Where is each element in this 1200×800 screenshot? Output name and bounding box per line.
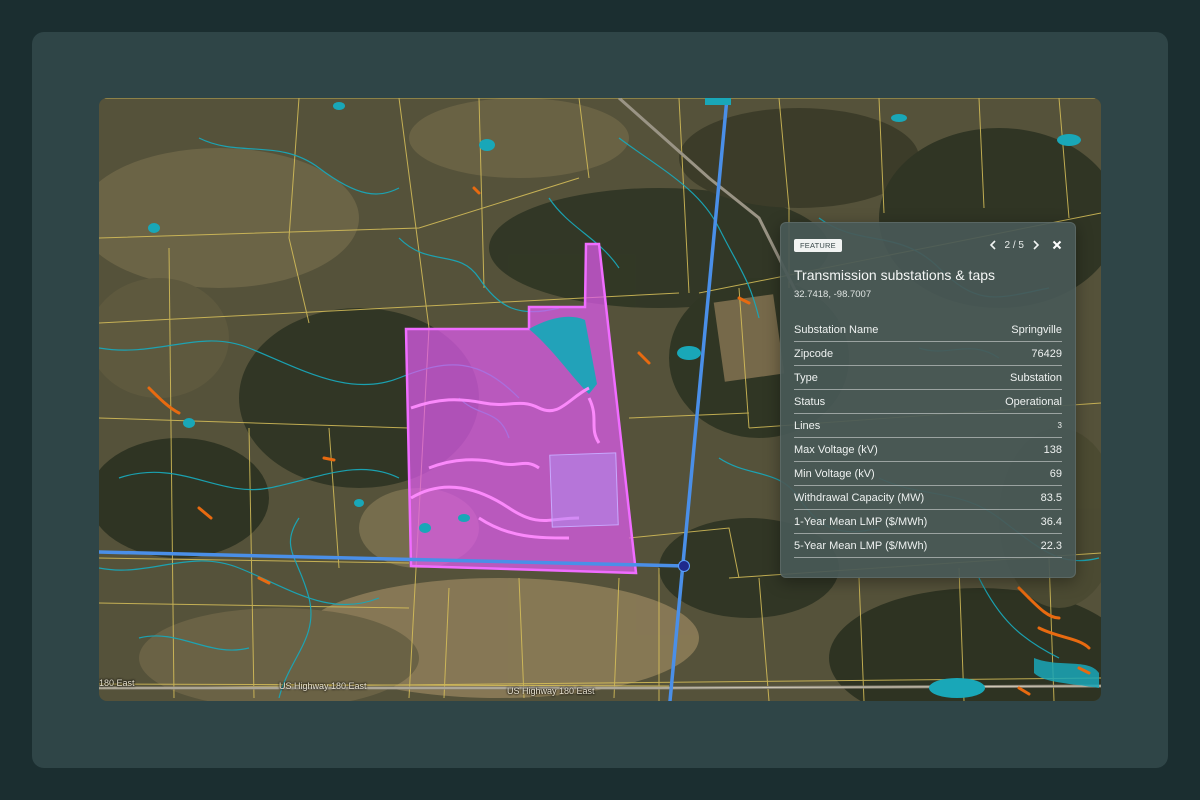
attribute-row: 5-Year Mean LMP ($/MWh) 22.3 xyxy=(794,534,1062,558)
close-icon xyxy=(1052,240,1062,250)
attribute-row: 1-Year Mean LMP ($/MWh) 36.4 xyxy=(794,510,1062,534)
attribute-label: Zipcode xyxy=(794,347,834,360)
road-label: US Highway 180 East xyxy=(507,686,595,696)
feature-title: Transmission substations & taps xyxy=(794,267,996,283)
attribute-label: 1-Year Mean LMP ($/MWh) xyxy=(794,515,928,528)
attribute-row: Lines 3 xyxy=(794,414,1062,438)
attribute-value: 69 xyxy=(1049,467,1062,480)
feature-panel: FEATURE 2 / 5 Transmission substations &… xyxy=(780,222,1076,578)
attribute-row: Withdrawal Capacity (MW) 83.5 xyxy=(794,486,1062,510)
attribute-label: Lines xyxy=(794,419,821,432)
attribute-label: Max Voltage (kV) xyxy=(794,443,878,456)
attribute-label: Min Voltage (kV) xyxy=(794,467,875,480)
attribute-label: Status xyxy=(794,395,826,408)
road-label: 180 East xyxy=(99,678,135,688)
attribute-row: Min Voltage (kV) 69 xyxy=(794,462,1062,486)
attribute-label: Type xyxy=(794,371,818,384)
attribute-value: 138 xyxy=(1043,443,1062,456)
feature-pager: 2 / 5 xyxy=(989,240,1062,251)
attribute-row: Substation Name Springville xyxy=(794,318,1062,342)
attribute-value: 83.5 xyxy=(1040,491,1062,504)
feature-coordinates: 32.7418, -98.7007 xyxy=(794,289,872,300)
feature-badge: FEATURE xyxy=(794,238,842,252)
attribute-row: Zipcode 76429 xyxy=(794,342,1062,366)
attribute-value: 22.3 xyxy=(1040,539,1062,552)
next-feature-button[interactable] xyxy=(1032,240,1040,250)
attribute-value: 76429 xyxy=(1031,347,1062,360)
substation-marker[interactable] xyxy=(678,560,690,572)
panel-header: FEATURE 2 / 5 xyxy=(794,238,1062,252)
attribute-row: Status Operational xyxy=(794,390,1062,414)
pager-count: 2 / 5 xyxy=(1004,239,1024,251)
chevron-left-icon xyxy=(989,240,996,250)
attribute-value: Substation xyxy=(1010,371,1062,384)
attribute-table: Substation Name Springville Zipcode 76429 … xyxy=(794,318,1062,558)
attribute-row: Type Substation xyxy=(794,366,1062,390)
attribute-value: Springville xyxy=(1011,323,1062,336)
attribute-value: 3 xyxy=(1057,421,1062,430)
attribute-label: 5-Year Mean LMP ($/MWh) xyxy=(794,539,928,552)
close-button[interactable] xyxy=(1052,240,1062,250)
prev-feature-button[interactable] xyxy=(989,240,997,250)
attribute-value: Operational xyxy=(1005,395,1062,408)
attribute-label: Substation Name xyxy=(794,323,879,336)
water-tank xyxy=(705,98,731,105)
attribute-value: 36.4 xyxy=(1040,515,1062,528)
road-label: US Highway 180 East xyxy=(279,681,367,691)
chevron-right-icon xyxy=(1033,240,1040,250)
attribute-row: Max Voltage (kV) 138 xyxy=(794,438,1062,462)
attribute-label: Withdrawal Capacity (MW) xyxy=(794,491,925,504)
